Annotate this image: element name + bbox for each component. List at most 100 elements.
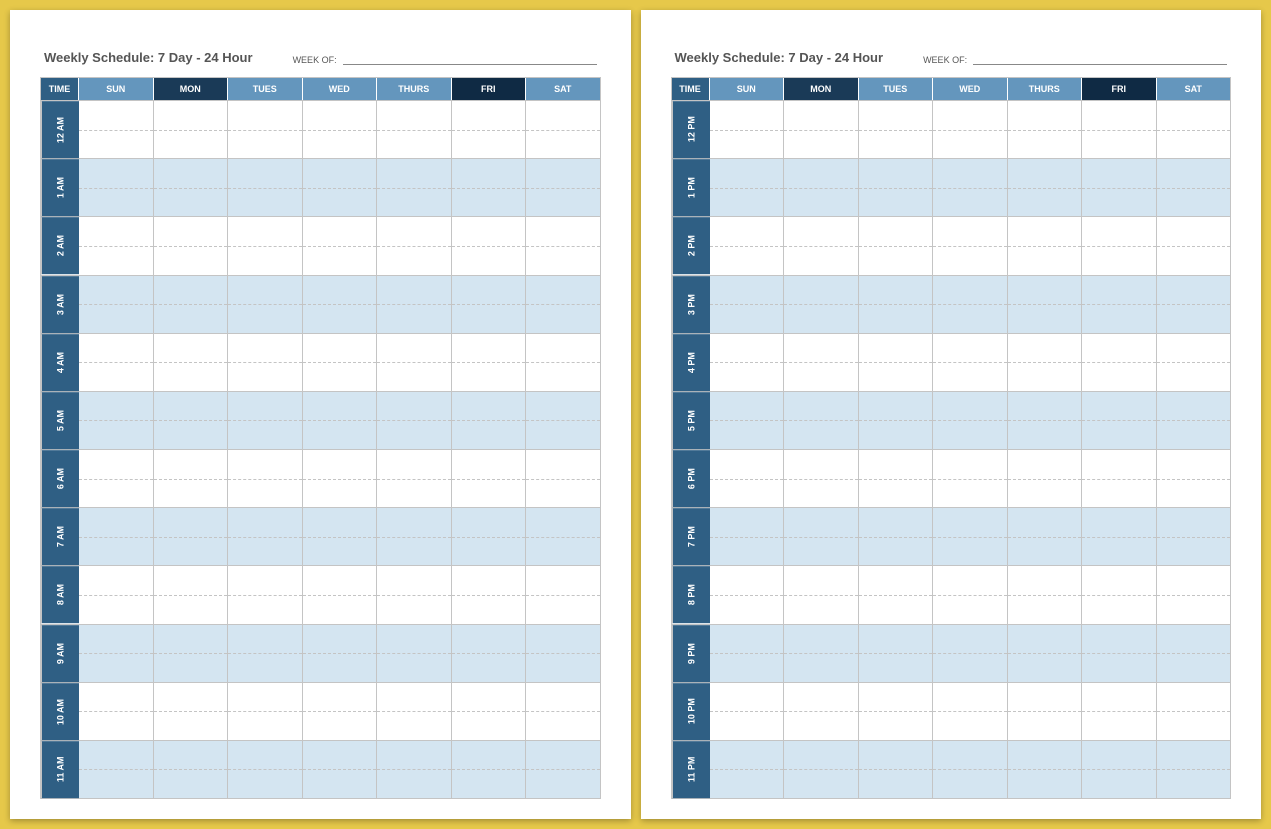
schedule-cell[interactable] — [154, 508, 229, 565]
schedule-cell[interactable] — [1082, 741, 1157, 798]
schedule-cell[interactable] — [859, 683, 934, 740]
schedule-cell[interactable] — [377, 566, 452, 623]
schedule-cell[interactable] — [526, 625, 600, 682]
schedule-cell[interactable] — [377, 334, 452, 391]
schedule-cell[interactable] — [859, 508, 934, 565]
schedule-cell[interactable] — [859, 334, 934, 391]
schedule-cell[interactable] — [933, 334, 1008, 391]
schedule-cell[interactable] — [154, 217, 229, 274]
schedule-cell[interactable] — [452, 508, 527, 565]
schedule-cell[interactable] — [154, 101, 229, 158]
schedule-cell[interactable] — [859, 741, 934, 798]
schedule-cell[interactable] — [784, 217, 859, 274]
schedule-cell[interactable] — [228, 334, 303, 391]
schedule-cell[interactable] — [154, 450, 229, 507]
schedule-cell[interactable] — [1157, 566, 1231, 623]
schedule-cell[interactable] — [710, 159, 785, 216]
schedule-cell[interactable] — [859, 566, 934, 623]
schedule-cell[interactable] — [784, 741, 859, 798]
schedule-cell[interactable] — [933, 508, 1008, 565]
schedule-cell[interactable] — [79, 625, 154, 682]
schedule-cell[interactable] — [710, 101, 785, 158]
schedule-cell[interactable] — [303, 450, 378, 507]
schedule-cell[interactable] — [526, 566, 600, 623]
schedule-cell[interactable] — [526, 450, 600, 507]
schedule-cell[interactable] — [79, 450, 154, 507]
schedule-cell[interactable] — [710, 392, 785, 449]
schedule-cell[interactable] — [1157, 508, 1231, 565]
schedule-cell[interactable] — [154, 741, 229, 798]
schedule-cell[interactable] — [228, 566, 303, 623]
schedule-cell[interactable] — [303, 566, 378, 623]
schedule-cell[interactable] — [303, 625, 378, 682]
schedule-cell[interactable] — [859, 276, 934, 333]
schedule-cell[interactable] — [1008, 392, 1083, 449]
schedule-cell[interactable] — [228, 101, 303, 158]
schedule-cell[interactable] — [933, 683, 1008, 740]
schedule-cell[interactable] — [1082, 566, 1157, 623]
week-of-input-line[interactable] — [973, 64, 1227, 65]
schedule-cell[interactable] — [452, 276, 527, 333]
schedule-cell[interactable] — [303, 392, 378, 449]
schedule-cell[interactable] — [228, 217, 303, 274]
schedule-cell[interactable] — [228, 392, 303, 449]
schedule-cell[interactable] — [154, 392, 229, 449]
schedule-cell[interactable] — [784, 159, 859, 216]
week-of-field[interactable]: WEEK OF: — [923, 55, 1227, 65]
schedule-cell[interactable] — [303, 508, 378, 565]
schedule-cell[interactable] — [303, 334, 378, 391]
schedule-cell[interactable] — [1008, 566, 1083, 623]
schedule-cell[interactable] — [79, 217, 154, 274]
schedule-cell[interactable] — [1008, 276, 1083, 333]
schedule-cell[interactable] — [1008, 683, 1083, 740]
schedule-cell[interactable] — [154, 683, 229, 740]
schedule-cell[interactable] — [452, 683, 527, 740]
schedule-cell[interactable] — [79, 334, 154, 391]
schedule-cell[interactable] — [526, 101, 600, 158]
schedule-cell[interactable] — [79, 683, 154, 740]
schedule-cell[interactable] — [303, 276, 378, 333]
schedule-cell[interactable] — [710, 625, 785, 682]
schedule-cell[interactable] — [377, 101, 452, 158]
schedule-cell[interactable] — [377, 217, 452, 274]
schedule-cell[interactable] — [526, 159, 600, 216]
schedule-cell[interactable] — [452, 741, 527, 798]
schedule-cell[interactable] — [784, 508, 859, 565]
schedule-cell[interactable] — [526, 276, 600, 333]
schedule-cell[interactable] — [377, 450, 452, 507]
schedule-cell[interactable] — [1008, 508, 1083, 565]
schedule-cell[interactable] — [1008, 741, 1083, 798]
schedule-cell[interactable] — [154, 159, 229, 216]
schedule-cell[interactable] — [1157, 392, 1231, 449]
schedule-cell[interactable] — [79, 276, 154, 333]
schedule-cell[interactable] — [933, 276, 1008, 333]
schedule-cell[interactable] — [933, 101, 1008, 158]
schedule-cell[interactable] — [784, 683, 859, 740]
schedule-cell[interactable] — [1082, 217, 1157, 274]
schedule-cell[interactable] — [1082, 450, 1157, 507]
schedule-cell[interactable] — [377, 625, 452, 682]
schedule-cell[interactable] — [228, 625, 303, 682]
schedule-cell[interactable] — [452, 566, 527, 623]
schedule-cell[interactable] — [303, 101, 378, 158]
schedule-cell[interactable] — [1157, 683, 1231, 740]
schedule-cell[interactable] — [228, 741, 303, 798]
schedule-cell[interactable] — [526, 683, 600, 740]
schedule-cell[interactable] — [154, 566, 229, 623]
schedule-cell[interactable] — [1157, 159, 1231, 216]
schedule-cell[interactable] — [1008, 101, 1083, 158]
schedule-cell[interactable] — [228, 159, 303, 216]
schedule-cell[interactable] — [859, 101, 934, 158]
schedule-cell[interactable] — [452, 101, 527, 158]
schedule-cell[interactable] — [526, 392, 600, 449]
schedule-cell[interactable] — [526, 334, 600, 391]
schedule-cell[interactable] — [452, 392, 527, 449]
schedule-cell[interactable] — [377, 741, 452, 798]
schedule-cell[interactable] — [1082, 101, 1157, 158]
schedule-cell[interactable] — [933, 625, 1008, 682]
week-of-input-line[interactable] — [343, 64, 597, 65]
schedule-cell[interactable] — [784, 392, 859, 449]
schedule-cell[interactable] — [303, 159, 378, 216]
schedule-cell[interactable] — [933, 392, 1008, 449]
schedule-cell[interactable] — [1082, 508, 1157, 565]
